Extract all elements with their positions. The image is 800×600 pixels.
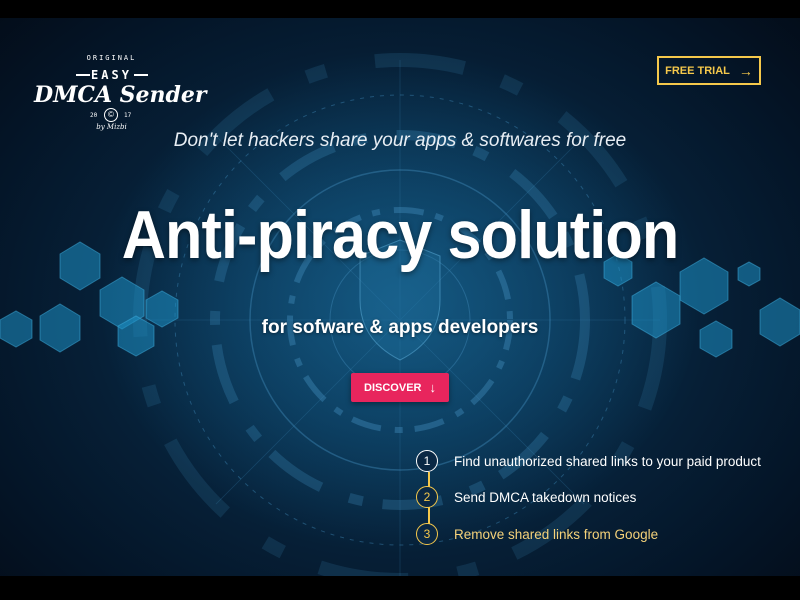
step-item-2: 2 Send DMCA takedown notices xyxy=(416,484,636,510)
hero-subheadline: for sofware & apps developers xyxy=(261,317,539,338)
step-item-1: 1 Find unauthorized shared links to your… xyxy=(416,448,761,474)
logo-original-text: ORIGINAL xyxy=(86,54,137,62)
arrow-right-icon: → xyxy=(738,62,753,79)
arrow-down-icon: ↓ xyxy=(429,380,436,395)
logo-name: DMCA Sender xyxy=(34,82,207,108)
logo-dash-right xyxy=(134,74,148,76)
copyright-icon: © xyxy=(104,108,118,122)
step-text: Remove shared links from Google xyxy=(454,526,659,542)
step-item-3: 3 Remove shared links from Google xyxy=(416,521,658,547)
free-trial-label: FREE TRIAL xyxy=(665,64,730,77)
step-number-badge: 3 xyxy=(416,523,438,545)
letterbox-bottom xyxy=(0,576,800,600)
discover-label: DISCOVER xyxy=(364,381,422,394)
steps-list: 1 Find unauthorized shared links to your… xyxy=(416,448,796,548)
hero-headline: Anti-piracy solution xyxy=(121,197,680,273)
step-number-badge: 1 xyxy=(416,450,438,472)
step-number-badge: 2 xyxy=(416,486,438,508)
logo[interactable]: ORIGINAL EASY DMCA Sender 20 © 17 by Miz… xyxy=(34,52,207,142)
step-text: Send DMCA takedown notices xyxy=(454,489,637,505)
logo-year-right: 17 xyxy=(124,112,132,119)
step-text: Find unauthorized shared links to your p… xyxy=(454,453,761,469)
hero-tagline: Don't let hackers share your apps & soft… xyxy=(173,130,627,151)
hero-section: ORIGINAL EASY DMCA Sender 20 © 17 by Miz… xyxy=(0,0,800,600)
free-trial-button[interactable]: FREE TRIAL → xyxy=(657,56,761,85)
logo-year-left: 20 xyxy=(90,112,98,119)
discover-button[interactable]: DISCOVER ↓ xyxy=(351,373,449,402)
logo-easy-text: EASY xyxy=(91,68,132,82)
